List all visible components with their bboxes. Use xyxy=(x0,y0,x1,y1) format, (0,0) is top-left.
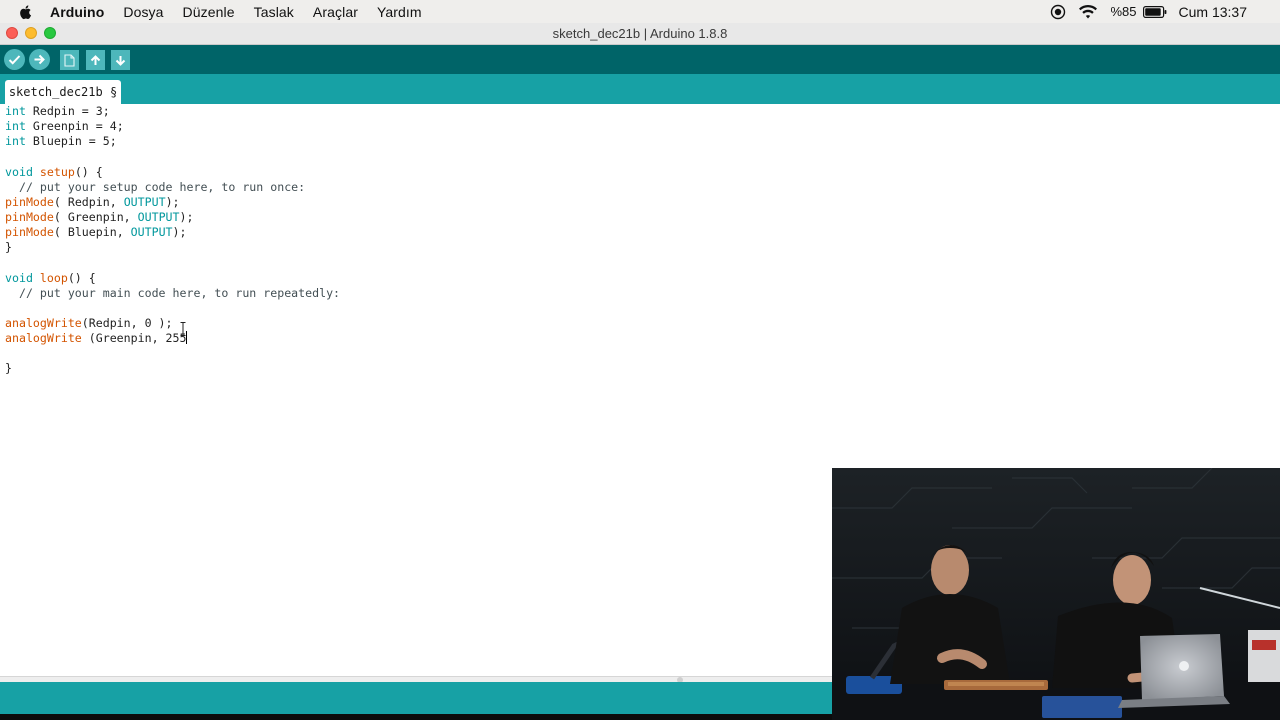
code-line[interactable]: // put your setup code here, to run once… xyxy=(5,180,340,195)
code-line[interactable] xyxy=(5,301,340,316)
code-line[interactable]: analogWrite (Greenpin, 255 xyxy=(5,331,340,346)
menu-dosya[interactable]: Dosya xyxy=(123,4,163,20)
tab-sketch-dec21b[interactable]: sketch_dec21b § xyxy=(5,80,121,104)
text-caret xyxy=(186,331,188,345)
upload-icon xyxy=(34,54,45,65)
menubar-clock[interactable]: Cum 13:37 xyxy=(1179,4,1247,20)
battery-icon[interactable] xyxy=(1142,5,1167,18)
code-line[interactable]: } xyxy=(5,240,340,255)
verify-button[interactable] xyxy=(4,49,25,70)
webcam-scene-image xyxy=(832,468,1280,720)
menu-duzenle[interactable]: Düzenle xyxy=(183,4,235,20)
ibeam-cursor-icon xyxy=(180,322,186,336)
apple-logo-icon[interactable] xyxy=(18,4,34,20)
code-line[interactable]: void setup() { xyxy=(5,165,340,180)
code-line[interactable]: int Redpin = 3; xyxy=(5,104,340,119)
code-line[interactable]: int Greenpin = 4; xyxy=(5,119,340,134)
code-line[interactable]: // put your main code here, to run repea… xyxy=(5,286,340,301)
battery-percent: %85 xyxy=(1110,4,1137,19)
code-line[interactable]: pinMode( Greenpin, OUTPUT); xyxy=(5,210,340,225)
code-line[interactable]: } xyxy=(5,361,340,376)
menu-yardim[interactable]: Yardım xyxy=(377,4,422,20)
menu-app-arduino[interactable]: Arduino xyxy=(50,4,104,20)
code-line[interactable]: void loop() { xyxy=(5,271,340,286)
webcam-overlay xyxy=(832,468,1280,720)
new-icon xyxy=(64,53,75,67)
sketch-tab-bar: sketch_dec21b § xyxy=(0,74,1280,104)
code-line[interactable]: pinMode( Redpin, OUTPUT); xyxy=(5,195,340,210)
code-line[interactable]: int Bluepin = 5; xyxy=(5,134,340,149)
screen-record-icon[interactable] xyxy=(1050,4,1066,20)
window-titlebar[interactable]: sketch_dec21b | Arduino 1.8.8 xyxy=(0,23,1280,45)
window-title: sketch_dec21b | Arduino 1.8.8 xyxy=(552,26,728,41)
upload-button[interactable] xyxy=(29,49,50,70)
wifi-icon[interactable] xyxy=(1078,4,1098,20)
code-line[interactable] xyxy=(5,346,340,361)
arduino-toolbar xyxy=(0,45,1280,74)
open-sketch-button[interactable] xyxy=(86,50,105,70)
menu-taslak[interactable]: Taslak xyxy=(254,4,294,20)
code-lines: int Redpin = 3; int Greenpin = 4; int Bl… xyxy=(5,104,340,377)
open-icon xyxy=(90,54,101,65)
menu-araclar[interactable]: Araçlar xyxy=(313,4,358,20)
code-line[interactable] xyxy=(5,255,340,270)
new-sketch-button[interactable] xyxy=(60,50,79,70)
save-sketch-button[interactable] xyxy=(111,50,130,70)
menu-bar: Arduino Dosya Düzenle Taslak Araçlar Yar… xyxy=(0,0,1280,24)
code-line[interactable]: analogWrite(Redpin, 0 ); xyxy=(5,316,340,331)
verify-icon xyxy=(8,55,21,65)
code-line[interactable]: pinMode( Bluepin, OUTPUT); xyxy=(5,225,340,240)
code-line[interactable] xyxy=(5,149,340,164)
save-icon xyxy=(115,55,126,66)
